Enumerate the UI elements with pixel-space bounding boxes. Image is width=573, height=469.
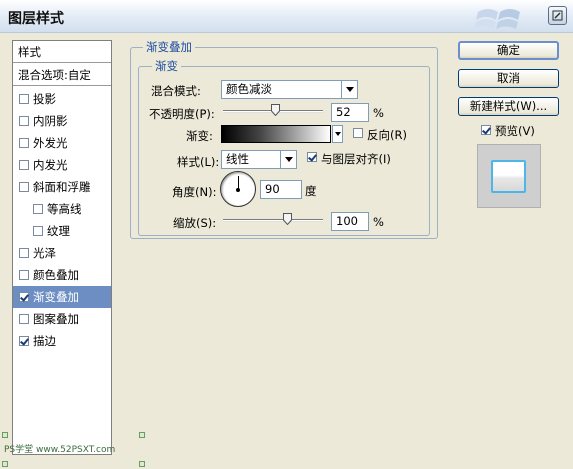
title-bar: 图层样式: [0, 0, 573, 33]
style-item[interactable]: 描边: [13, 330, 111, 352]
watermark: PS学堂 www.52PSXT.com: [4, 445, 116, 455]
style-item-checkbox[interactable]: [33, 226, 43, 236]
style-item-label: 光泽: [33, 246, 56, 260]
style-label: 样式(L):: [177, 155, 220, 169]
style-item-label: 颜色叠加: [33, 268, 79, 282]
align-with-layer-label: 与图层对齐(I): [321, 152, 391, 166]
style-item[interactable]: 斜面和浮雕: [13, 176, 111, 198]
reverse-label: 反向(R): [367, 128, 407, 142]
blend-options-label: 混合选项:自定: [18, 68, 91, 82]
style-item-checkbox[interactable]: [19, 94, 29, 104]
chevron-down-icon: [280, 151, 296, 168]
close-icon: [552, 10, 563, 21]
style-item[interactable]: 纹理: [13, 220, 111, 242]
angle-label: 角度(N):: [172, 185, 217, 199]
styles-header-label: 样式: [18, 45, 41, 59]
opacity-unit: %: [373, 106, 384, 120]
corner-marker: [139, 461, 145, 467]
opacity-slider-thumb[interactable]: [270, 104, 280, 116]
gradient-dropdown[interactable]: [332, 125, 343, 143]
corner-marker: [2, 461, 8, 467]
style-item[interactable]: 外发光: [13, 132, 111, 154]
style-item-label: 斜面和浮雕: [33, 180, 91, 194]
gradient-swatch[interactable]: [221, 125, 331, 143]
preview-swatch: [491, 160, 526, 193]
scale-slider-thumb[interactable]: [282, 213, 292, 225]
align-with-layer-checkbox[interactable]: [307, 152, 317, 162]
blend-options-item[interactable]: 混合选项:自定: [13, 64, 111, 86]
chevron-down-icon: [341, 81, 357, 98]
scale-slider[interactable]: [223, 219, 323, 222]
new-style-button[interactable]: 新建样式(W)...: [458, 97, 559, 116]
style-item-label: 渐变叠加: [33, 290, 79, 304]
window-title: 图层样式: [8, 11, 64, 27]
style-item[interactable]: 图案叠加: [13, 308, 111, 330]
style-preview: [477, 144, 541, 208]
corner-marker: [139, 432, 145, 438]
style-item-checkbox[interactable]: [19, 336, 29, 346]
styles-header[interactable]: 样式: [13, 41, 111, 63]
style-value: 线性: [226, 152, 249, 166]
blend-mode-label: 混合模式:: [151, 84, 201, 98]
style-item[interactable]: 内发光: [13, 154, 111, 176]
style-item[interactable]: 颜色叠加: [13, 264, 111, 286]
gradient-overlay-title: 渐变叠加: [143, 39, 195, 55]
style-item-checkbox[interactable]: [19, 138, 29, 148]
styles-list: 样式 混合选项:自定 投影内阴影外发光内发光斜面和浮雕等高线纹理光泽颜色叠加渐变…: [12, 40, 112, 455]
style-item-label: 投影: [33, 92, 56, 106]
style-item-checkbox[interactable]: [33, 204, 43, 214]
gradient-subgroup-title: 渐变: [152, 58, 181, 74]
blend-mode-value: 颜色减淡: [226, 82, 272, 96]
style-item-label: 等高线: [47, 202, 82, 216]
opacity-input[interactable]: 52: [331, 103, 369, 122]
blend-mode-select[interactable]: 颜色减淡: [221, 80, 358, 99]
corner-marker: [2, 432, 8, 438]
scale-unit: %: [373, 215, 384, 229]
style-item-checkbox[interactable]: [19, 248, 29, 258]
style-item[interactable]: 等高线: [13, 198, 111, 220]
angle-dial-center: [236, 188, 240, 192]
cancel-button[interactable]: 取消: [458, 69, 559, 88]
style-item-checkbox[interactable]: [19, 116, 29, 126]
scale-input[interactable]: 100: [331, 212, 369, 231]
style-item-label: 内发光: [33, 158, 68, 172]
angle-unit: 度: [305, 184, 317, 198]
style-item-checkbox[interactable]: [19, 314, 29, 324]
style-item-checkbox[interactable]: [19, 182, 29, 192]
scale-label: 缩放(S):: [173, 216, 217, 230]
opacity-label: 不透明度(P):: [149, 107, 215, 121]
style-item-checkbox[interactable]: [19, 270, 29, 280]
style-item-label: 图案叠加: [33, 312, 79, 326]
style-item[interactable]: 渐变叠加: [13, 286, 111, 308]
angle-input[interactable]: 90: [260, 180, 302, 199]
windows-logo-icon: [474, 9, 520, 29]
preview-checkbox[interactable]: [481, 125, 491, 135]
ok-button[interactable]: 确定: [458, 41, 559, 60]
preview-label: 预览(V): [495, 124, 535, 138]
style-item[interactable]: 光泽: [13, 242, 111, 264]
style-select[interactable]: 线性: [221, 150, 297, 169]
style-item[interactable]: 内阴影: [13, 110, 111, 132]
style-item-label: 内阴影: [33, 114, 68, 128]
style-item-label: 外发光: [33, 136, 68, 150]
close-button[interactable]: [548, 6, 567, 25]
style-item-checkbox[interactable]: [19, 160, 29, 170]
style-item[interactable]: 投影: [13, 88, 111, 110]
angle-dial[interactable]: [220, 171, 256, 207]
style-item-label: 描边: [33, 334, 56, 348]
reverse-checkbox[interactable]: [353, 128, 363, 138]
gradient-label: 渐变:: [186, 129, 213, 143]
style-item-checkbox[interactable]: [19, 292, 29, 302]
style-item-label: 纹理: [47, 224, 70, 238]
chevron-down-icon: [334, 132, 341, 136]
